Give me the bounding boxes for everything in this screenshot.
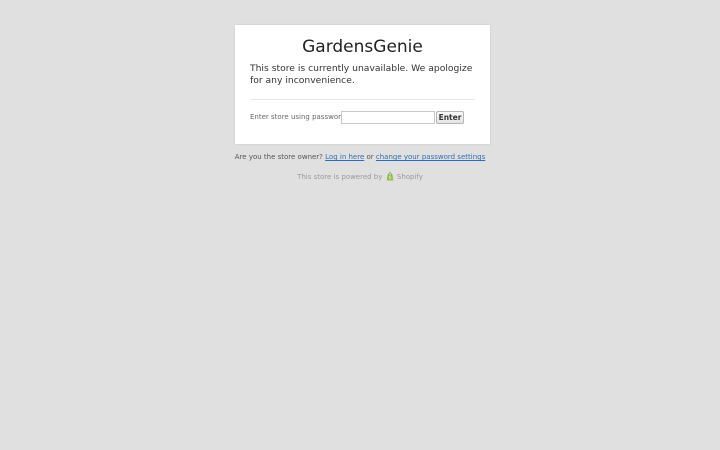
or-text: or — [366, 153, 374, 161]
login-link[interactable]: Log in here — [325, 153, 364, 161]
shopify-brand: Shopify — [396, 173, 423, 181]
owner-prompt: Are you the store owner? Log in here or … — [0, 153, 720, 162]
password-input[interactable] — [341, 111, 435, 124]
powered-by: This store is powered by Shopify — [0, 172, 720, 182]
powered-text: This store is powered by — [297, 173, 383, 181]
password-card: GardensGenie This store is currently una… — [235, 25, 490, 144]
shopify-bag-icon — [386, 172, 393, 181]
enter-button[interactable]: Enter — [436, 111, 464, 124]
divider — [250, 99, 475, 100]
password-label: Enter store using password: — [250, 113, 348, 121]
unavailable-message: This store is currently unavailable. We … — [250, 63, 473, 86]
store-title: GardensGenie — [302, 37, 423, 57]
password-settings-link[interactable]: change your password settings — [376, 153, 485, 161]
owner-question: Are you the store owner? — [234, 153, 323, 161]
